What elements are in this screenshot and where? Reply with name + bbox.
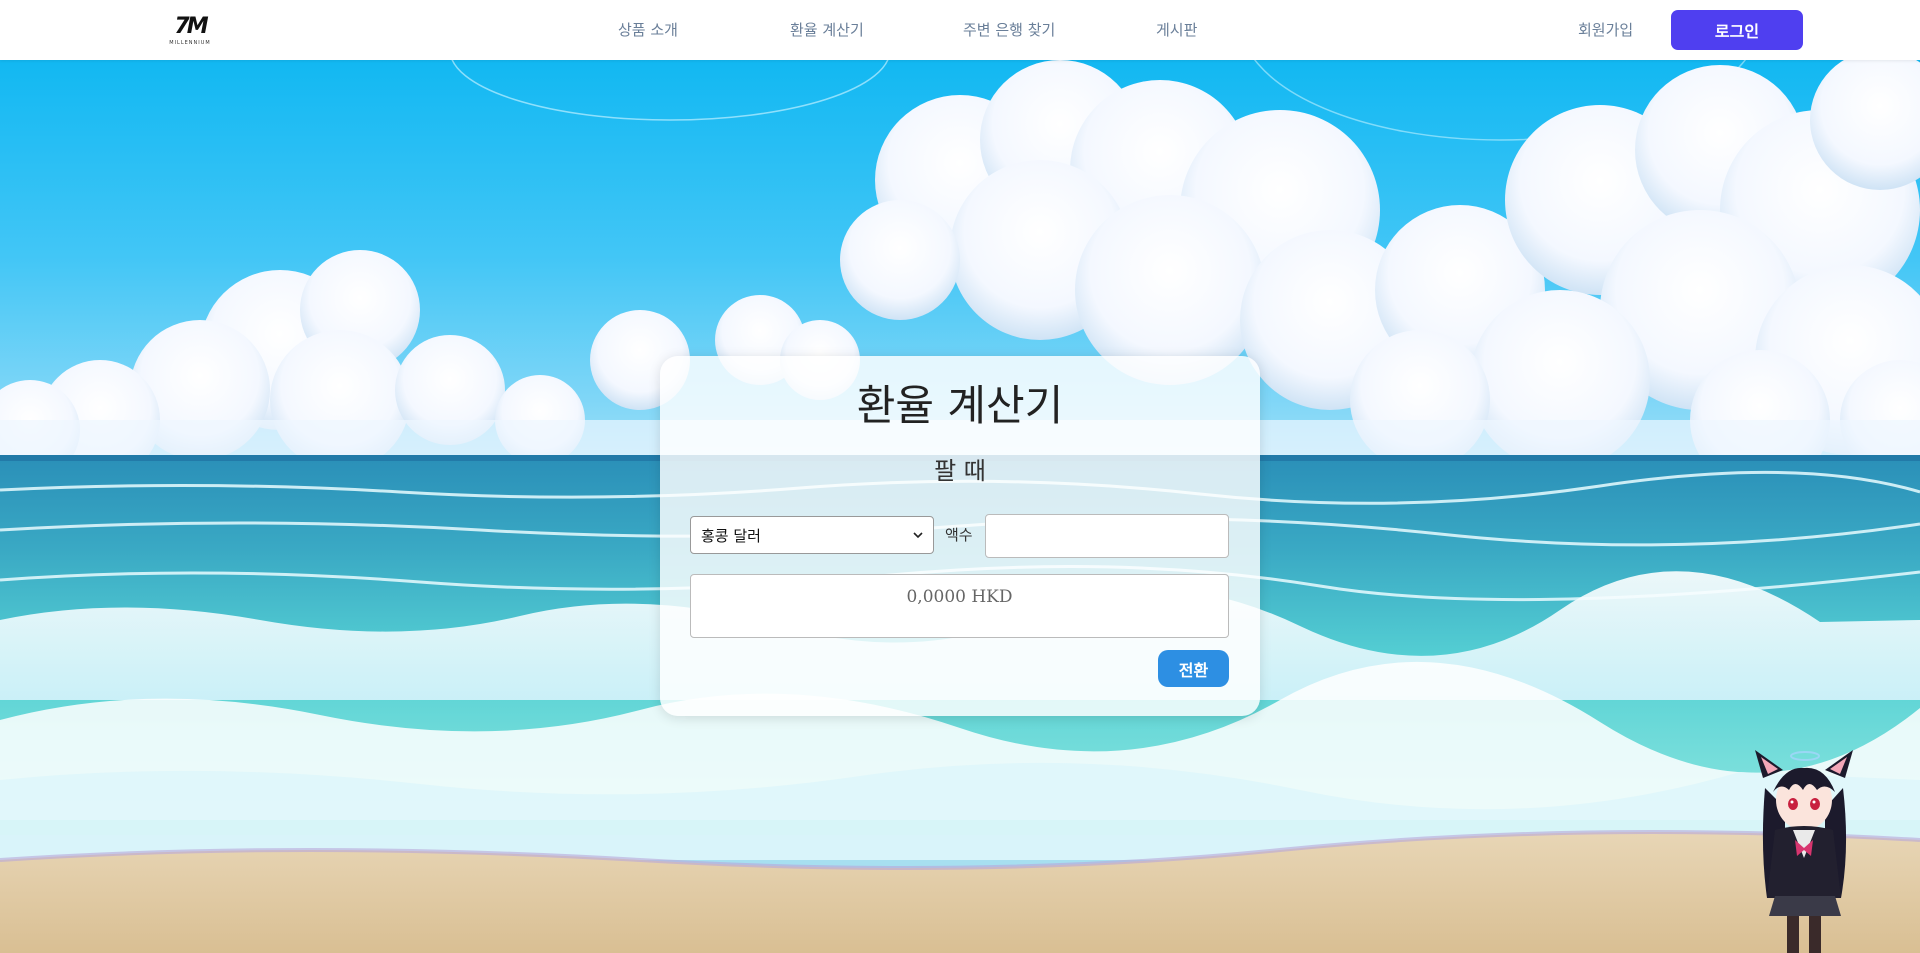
nav-product-intro[interactable]: 상품 소개 — [618, 20, 678, 40]
nav-find-nearby-bank[interactable]: 주변 은행 찾기 — [963, 20, 1055, 40]
currency-select[interactable]: 홍콩 달러 — [690, 516, 934, 554]
signup-link[interactable]: 회원가입 — [1578, 20, 1633, 40]
cat-girl-mascot — [1755, 750, 1853, 953]
amount-input[interactable] — [985, 514, 1229, 558]
calculator-title: 환율 계산기 — [856, 381, 1064, 430]
top-navbar: 7M MILLENNIUM 상품 소개 환율 계산기 주변 은행 찾기 게시판 … — [0, 0, 1920, 60]
chevron-down-icon — [913, 532, 923, 539]
convert-button[interactable]: 전환 — [1158, 650, 1229, 687]
nav-exchange-calculator[interactable]: 환율 계산기 — [790, 20, 864, 40]
currency-select-value: 홍콩 달러 — [701, 526, 761, 545]
conversion-result: 0,0000 HKD — [690, 574, 1229, 638]
login-button[interactable]: 로그인 — [1671, 10, 1803, 50]
calculator-mode-label: 팔 때 — [934, 457, 986, 485]
amount-label: 액수 — [945, 526, 973, 544]
nav-board[interactable]: 게시판 — [1156, 20, 1197, 40]
exchange-calculator-card: 환율 계산기 팔 때 홍콩 달러 액수 0,0000 HKD 전환 — [660, 356, 1260, 716]
